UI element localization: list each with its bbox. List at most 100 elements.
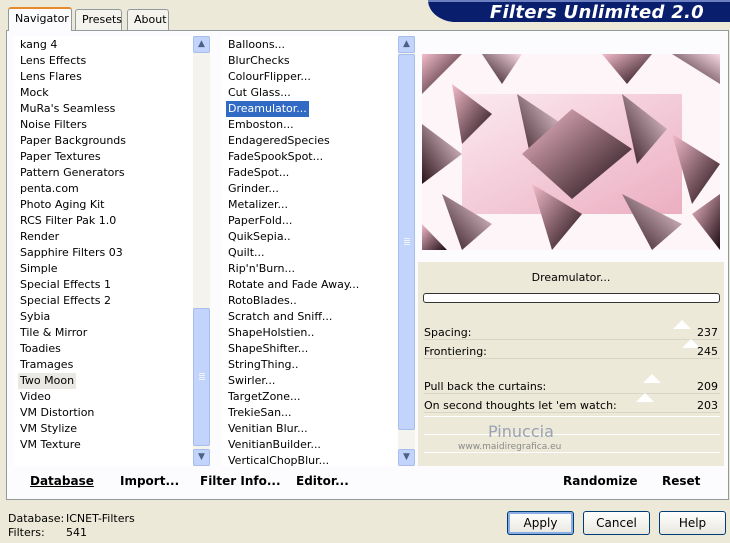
parameter-value: 209 — [697, 380, 718, 393]
parameter-label: Spacing: — [424, 326, 472, 339]
category-item[interactable]: Tramages — [18, 357, 75, 373]
filter-item[interactable]: QuikSepia.. — [226, 229, 293, 245]
title-banner: Filters Unlimited 2.0 — [428, 0, 730, 23]
tab-about[interactable]: About — [127, 9, 169, 30]
filter-item[interactable]: Scratch and Sniff... — [226, 309, 334, 325]
category-item[interactable]: Special Effects 2 — [18, 293, 113, 309]
filters-label: Filters: — [8, 526, 45, 539]
category-item[interactable]: Lens Flares — [18, 69, 84, 85]
reset-button[interactable]: Reset — [662, 474, 700, 488]
category-item[interactable]: MuRa's Seamless — [18, 101, 117, 117]
filter-item[interactable]: TargetZone... — [226, 389, 303, 405]
slider-track[interactable] — [424, 393, 720, 394]
category-item[interactable]: Tile & Mirror — [18, 325, 89, 341]
filter-item[interactable]: Balloons... — [226, 37, 287, 53]
filter-item[interactable]: Swirler... — [226, 373, 277, 389]
empty-slider-track — [424, 434, 720, 435]
editor-button[interactable]: Editor... — [296, 474, 349, 488]
category-item[interactable]: Simple — [18, 261, 60, 277]
category-item[interactable]: RCS Filter Pak 1.0 — [18, 213, 118, 229]
banner-title: Filters Unlimited 2.0 — [489, 2, 704, 23]
filter-list[interactable]: Balloons... BlurChecks ColourFlipper... Cut… — [222, 36, 400, 466]
filter-item[interactable]: Dreamulator... — [225, 100, 310, 118]
filter-item[interactable]: TrekieSan... — [226, 405, 294, 421]
parameter-label: Frontiering: — [424, 345, 487, 358]
filter-item[interactable]: RotoBlades.. — [226, 293, 299, 309]
category-item[interactable]: Pattern Generators — [18, 165, 127, 181]
filter-item[interactable]: Cut Glass... — [226, 85, 293, 101]
preview-image — [422, 54, 720, 250]
scroll-up-icon[interactable]: ▲ — [193, 36, 210, 53]
parameter-label: Pull back the curtains: — [424, 380, 547, 393]
import-button[interactable]: Import... — [120, 474, 179, 488]
filter-item[interactable]: PaperFold... — [226, 213, 294, 229]
filter-info-button[interactable]: Filter Info... — [200, 474, 281, 488]
category-item[interactable]: penta.com — [18, 181, 81, 197]
slider-track[interactable] — [424, 358, 720, 359]
parameter-value: 245 — [697, 345, 718, 358]
watermark-name: Pinuccia — [488, 422, 554, 441]
filter-item[interactable]: StringThing.. — [226, 357, 301, 373]
slider-thumb[interactable] — [636, 393, 655, 402]
category-scrollbar[interactable]: ▲ ▼ — [193, 36, 210, 466]
parameter-value: 203 — [697, 399, 718, 412]
apply-button[interactable]: Apply — [507, 511, 574, 535]
filter-item[interactable]: Quilt... — [226, 245, 267, 261]
category-item[interactable]: Mock — [18, 85, 51, 101]
category-item[interactable]: Render — [18, 229, 61, 245]
slider-track[interactable] — [424, 339, 720, 340]
category-list[interactable]: kang 4 Lens Effects Lens Flares Mock MuRa's … — [14, 36, 194, 466]
randomize-button[interactable]: Randomize — [563, 474, 637, 488]
scroll-up-icon[interactable]: ▲ — [398, 36, 415, 53]
category-item[interactable]: VM Stylize — [18, 421, 79, 437]
slider-thumb[interactable] — [642, 374, 661, 383]
category-item[interactable]: kang 4 — [18, 37, 59, 53]
filter-item[interactable]: Rotate and Fade Away... — [226, 277, 361, 293]
help-button[interactable]: Help — [659, 511, 726, 535]
watermark-url: www.maidiregrafica.eu — [458, 442, 562, 452]
filter-item[interactable]: ColourFlipper... — [226, 69, 313, 85]
tab-presets[interactable]: Presets — [75, 9, 122, 30]
filter-item[interactable]: VenitianBuilder... — [226, 437, 323, 453]
tab-navigator[interactable]: Navigator — [8, 7, 72, 31]
scroll-down-icon[interactable]: ▼ — [193, 449, 210, 466]
parameter-label: On second thoughts let 'em watch: — [424, 399, 617, 412]
cancel-button[interactable]: Cancel — [583, 511, 650, 535]
slider-track[interactable] — [424, 412, 720, 413]
category-item[interactable]: VM Texture — [18, 437, 83, 453]
category-item[interactable]: Two Moon — [18, 373, 77, 389]
current-filter-name: Dreamulator... — [531, 271, 611, 284]
scrollbar-thumb[interactable] — [398, 54, 415, 430]
filter-item[interactable]: Rip'n'Burn... — [226, 261, 297, 277]
category-item[interactable]: Sapphire Filters 03 — [18, 245, 125, 261]
database-button[interactable]: Database — [30, 474, 94, 488]
filter-item[interactable]: Grinder... — [226, 181, 281, 197]
category-item[interactable]: Video — [18, 389, 53, 405]
filter-item[interactable]: VerticalChopBlur... — [226, 453, 331, 466]
filter-scrollbar[interactable]: ▲ ▼ — [398, 36, 415, 466]
filter-item[interactable]: Emboston... — [226, 117, 296, 133]
filter-item[interactable]: ShapeHolstien.. — [226, 325, 316, 341]
empty-slider-track — [424, 416, 720, 417]
category-item[interactable]: Photo Aging Kit — [18, 197, 106, 213]
filter-item[interactable]: Venitian Blur... — [226, 421, 310, 437]
filter-item[interactable]: ShapeShifter... — [226, 341, 310, 357]
scroll-down-icon[interactable]: ▼ — [398, 449, 415, 466]
progress-bar — [423, 293, 720, 303]
scrollbar-thumb[interactable] — [193, 308, 210, 446]
category-item[interactable]: VM Distortion — [18, 405, 96, 421]
category-item[interactable]: Special Effects 1 — [18, 277, 113, 293]
category-item[interactable]: Paper Textures — [18, 149, 103, 165]
database-label: Database: — [8, 512, 65, 525]
category-item[interactable]: Sybia — [18, 309, 52, 325]
category-item[interactable]: Paper Backgrounds — [18, 133, 128, 149]
category-item[interactable]: Lens Effects — [18, 53, 88, 69]
category-item[interactable]: Noise Filters — [18, 117, 89, 133]
filter-item[interactable]: FadeSpot... — [226, 165, 291, 181]
filter-item[interactable]: Metalizer... — [226, 197, 290, 213]
category-item[interactable]: Toadies — [18, 341, 63, 357]
filter-item[interactable]: BlurChecks — [226, 53, 292, 69]
filter-item[interactable]: EndageredSpecies — [226, 133, 332, 149]
filter-item[interactable]: FadeSpookSpot... — [226, 149, 325, 165]
slider-thumb[interactable] — [673, 320, 692, 329]
